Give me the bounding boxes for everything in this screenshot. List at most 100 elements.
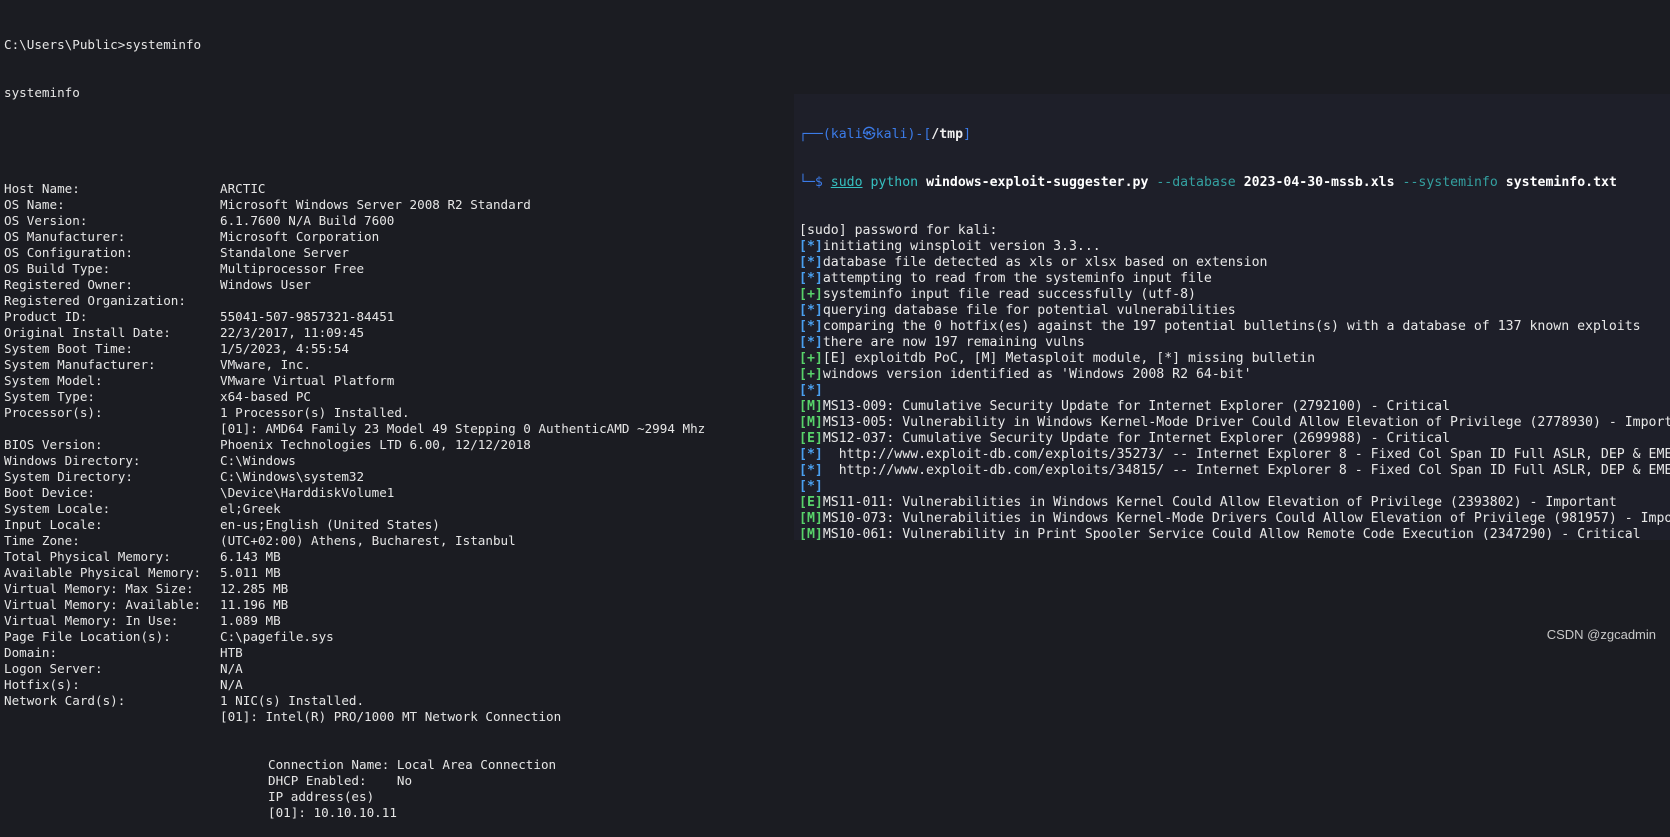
systeminfo-row: System Model: VMware Virtual Platform <box>4 373 790 389</box>
line-text: querying database file for potential vul… <box>822 303 1236 318</box>
systeminfo-row: OS Build Type: Multiprocessor Free <box>4 261 790 277</box>
line-text: http://www.exploit-db.com/exploits/34815… <box>822 463 1670 478</box>
line-marker: [*] <box>799 479 823 494</box>
output-line: [*]initiating winsploit version 3.3... <box>799 239 1670 255</box>
systeminfo-fields: Host Name: ARCTIC OS Name: Microsoft Window… <box>4 181 790 725</box>
line-marker: [*] <box>799 255 823 270</box>
systeminfo-key: System Directory: <box>4 469 133 484</box>
systeminfo-value: ARCTIC <box>220 181 266 196</box>
systeminfo-value: Microsoft Windows Server 2008 R2 Standar… <box>220 197 531 212</box>
output-line: [*] <box>799 383 1670 399</box>
csdn-watermark: CSDN @zgcadmin <box>1546 627 1656 642</box>
systeminfo-value: (UTC+02:00) Athens, Bucharest, Istanbul <box>220 533 516 548</box>
systeminfo-value: C:\Windows\system32 <box>220 469 365 484</box>
systeminfo-key: Processor(s): <box>4 405 103 420</box>
systeminfo-row: Domain: HTB <box>4 645 790 661</box>
systeminfo-key: OS Manufacturer: <box>4 229 126 244</box>
systeminfo-value: 22/3/2017, 11:09:45 <box>220 325 365 340</box>
systeminfo-key: Logon Server: <box>4 661 103 676</box>
line-text: [E] exploitdb PoC, [M] Metasploit module… <box>822 351 1316 366</box>
line-marker: [*] <box>799 319 823 334</box>
systeminfo-row: OS Version: 6.1.7600 N/A Build 7600 <box>4 213 790 229</box>
systeminfo-value: C:\pagefile.sys <box>220 629 334 644</box>
systeminfo-row: Hotfix(s): N/A <box>4 677 790 693</box>
line-text: attempting to read from the systeminfo i… <box>822 271 1212 286</box>
line-text: MS13-005: Vulnerability in Windows Kerne… <box>822 415 1670 430</box>
line-marker: [M] <box>799 511 823 526</box>
output-line: [E]MS11-011: Vulnerabilities in Windows … <box>799 495 1670 511</box>
systeminfo-value: Multiprocessor Free <box>220 261 365 276</box>
systeminfo-value: VMware, Inc. <box>220 357 311 372</box>
systeminfo-key: Time Zone: <box>4 533 80 548</box>
systeminfo-row: Host Name: ARCTIC <box>4 181 790 197</box>
systeminfo-value: 6.1.7600 N/A Build 7600 <box>220 213 395 228</box>
systeminfo-key: OS Configuration: <box>4 245 133 260</box>
systeminfo-value: 1 NIC(s) Installed. <box>220 693 365 708</box>
line-marker: [*] <box>799 335 823 350</box>
cmd-sudo: sudo <box>830 175 863 190</box>
output-line: [E]MS12-037: Cumulative Security Update … <box>799 431 1670 447</box>
systeminfo-key: Original Install Date: <box>4 325 171 340</box>
systeminfo-row: Virtual Memory: In Use: 1.089 MB <box>4 613 790 629</box>
line-marker: [*] <box>799 383 823 398</box>
nic-detail-text: Connection Name: Local Area Connection <box>268 757 557 772</box>
systeminfo-row: Total Physical Memory: 6.143 MB <box>4 549 790 565</box>
line-marker: [+] <box>799 367 823 382</box>
systeminfo-value: x64-based PC <box>220 389 311 404</box>
systeminfo-row: System Directory: C:\Windows\system32 <box>4 469 790 485</box>
systeminfo-row: Registered Organization: <box>4 293 790 309</box>
line-marker: [*] <box>799 239 823 254</box>
line-marker: [+] <box>799 351 823 366</box>
systeminfo-value: 5.011 MB <box>220 565 281 580</box>
nic-details: Connection Name: Local Area Connection DH… <box>4 757 790 821</box>
output-line: [+]systeminfo input file read successful… <box>799 287 1670 303</box>
systeminfo-value: Phoenix Technologies LTD 6.00, 12/12/201… <box>220 437 531 452</box>
systeminfo-value: 6.143 MB <box>220 549 281 564</box>
systeminfo-row: Network Card(s): 1 NIC(s) Installed. <box>4 693 790 709</box>
output-line: [+][E] exploitdb PoC, [M] Metasploit mod… <box>799 351 1670 367</box>
systeminfo-value: el;Greek <box>220 501 281 516</box>
systeminfo-key: Product ID: <box>4 309 88 324</box>
systeminfo-value: 12.285 MB <box>220 581 289 596</box>
systeminfo-value: 11.196 MB <box>220 597 289 612</box>
systeminfo-key: Page File Location(s): <box>4 629 171 644</box>
systeminfo-row: Original Install Date: 22/3/2017, 11:09:4… <box>4 325 790 341</box>
line-text: windows version identified as 'Windows 2… <box>822 367 1252 382</box>
windows-cmd-output: C:\Users\Public>systeminfo systeminfo Ho… <box>0 0 790 820</box>
output-line: [*] http://www.exploit-db.com/exploits/3… <box>799 447 1670 463</box>
output-line: [M]MS13-005: Vulnerability in Windows Ke… <box>799 415 1670 431</box>
systeminfo-value: 55041-507-9857321-84451 <box>220 309 395 324</box>
systeminfo-value: Windows User <box>220 277 311 292</box>
systeminfo-key: Hotfix(s): <box>4 677 80 692</box>
line-marker: [*] <box>799 447 823 462</box>
cmd-prompt-line: C:\Users\Public>systeminfo <box>4 37 202 52</box>
line-text: MS11-011: Vulnerabilities in Windows Ker… <box>822 495 1617 510</box>
systeminfo-row: Virtual Memory: Max Size: 12.285 MB <box>4 581 790 597</box>
systeminfo-value: Standalone Server <box>220 245 349 260</box>
line-text: MS12-037: Cumulative Security Update for… <box>822 431 1451 446</box>
output-line: [sudo] password for kali: <box>799 223 1670 239</box>
nic-detail-row: DHCP Enabled: No <box>4 773 790 789</box>
systeminfo-value: 1 Processor(s) Installed. <box>220 405 410 420</box>
systeminfo-key: Available Physical Memory: <box>4 565 202 580</box>
line-text: initiating winsploit version 3.3... <box>822 239 1101 254</box>
output-line: [*]querying database file for potential … <box>799 303 1670 319</box>
line-marker: [M] <box>799 527 823 540</box>
line-text: MS10-061: Vulnerability in Print Spooler… <box>822 527 1641 540</box>
line-marker: [E] <box>799 431 823 446</box>
systeminfo-key: Host Name: <box>4 181 80 196</box>
systeminfo-key: Registered Owner: <box>4 277 133 292</box>
line-text: http://www.exploit-db.com/exploits/35273… <box>822 447 1670 462</box>
systeminfo-value: HTB <box>220 645 243 660</box>
line-text: there are now 197 remaining vulns <box>822 335 1085 350</box>
systeminfo-key: Virtual Memory: Max Size: <box>4 581 194 596</box>
kali-prompt-header: ┌──(kali㉿kali)-[/tmp] <box>799 127 972 142</box>
systeminfo-value: VMware Virtual Platform <box>220 373 395 388</box>
line-text: [sudo] password for kali: <box>799 223 998 238</box>
nic-detail-text: DHCP Enabled: No <box>268 773 413 788</box>
systeminfo-row: Logon Server: N/A <box>4 661 790 677</box>
output-line: [*]there are now 197 remaining vulns <box>799 335 1670 351</box>
output-line: [*]database file detected as xls or xlsx… <box>799 255 1670 271</box>
systeminfo-value: C:\Windows <box>220 453 296 468</box>
systeminfo-key: OS Name: <box>4 197 65 212</box>
